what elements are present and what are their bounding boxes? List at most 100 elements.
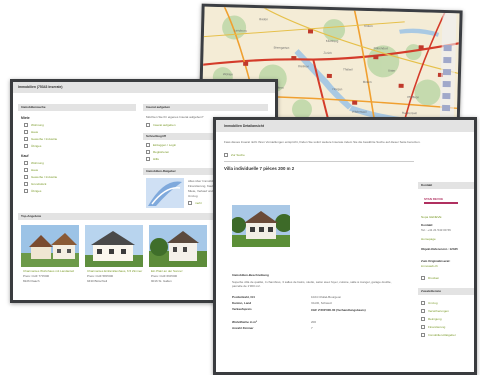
option-label: Wohnung bbox=[31, 161, 44, 165]
top-offers-title: Top-Angebote bbox=[21, 214, 42, 218]
detail-key: Postleitzahl, Ort bbox=[232, 295, 255, 299]
description-text: Superbe villa de qualité, 4 chambres, 3 … bbox=[232, 280, 392, 289]
checkbox[interactable] bbox=[421, 301, 425, 305]
place-label: Pfäffikon bbox=[407, 95, 420, 100]
place-label: Dietikon bbox=[298, 64, 310, 69]
checkbox[interactable] bbox=[421, 333, 425, 337]
checkbox[interactable] bbox=[224, 153, 228, 157]
offer-photo[interactable] bbox=[85, 225, 143, 267]
offer-price: Preis: CHF 690'000 bbox=[151, 274, 178, 278]
detail-key: Verkaufspreis bbox=[232, 307, 252, 311]
reference-number: Objekt-Referenznr.: 12345 bbox=[421, 247, 458, 251]
checkbox[interactable] bbox=[24, 137, 28, 141]
listing-detail-window: Immobilien Detailansicht Fass dieses Ins… bbox=[213, 117, 477, 375]
checkbox[interactable] bbox=[24, 130, 28, 134]
checkbox[interactable] bbox=[421, 309, 425, 313]
place-label: Wädenswil bbox=[351, 109, 367, 114]
option-label: Haus bbox=[31, 130, 39, 134]
intro-text: Fass dieses Inserat nicht Ihren Vorstell… bbox=[224, 140, 421, 144]
quick-link[interactable]: Einloggen / Login bbox=[153, 144, 176, 147]
detail-value: CHF 2'300'000.00 (Verhandlungsbasis) bbox=[311, 308, 366, 312]
checkbox[interactable] bbox=[421, 325, 425, 329]
place-label: Horgen bbox=[332, 87, 343, 92]
place-label: Kloten bbox=[364, 23, 373, 29]
offer-photo[interactable] bbox=[149, 225, 207, 267]
miete-label: Miete bbox=[21, 116, 30, 120]
property-photo[interactable] bbox=[232, 205, 290, 247]
search-panel-title: Immobiliensuche bbox=[21, 105, 46, 109]
property-title: Villa individuelle 7 pièces 200 m 2 bbox=[224, 166, 295, 171]
contact-title: Kontakt bbox=[421, 183, 433, 187]
original-listing-link[interactable]: immoweb.ch bbox=[421, 265, 438, 268]
offer-price: Preis: CHF 580'000 bbox=[87, 274, 114, 278]
service-link[interactable]: Reinigung bbox=[428, 318, 442, 321]
offer-place: 8226 Flaach bbox=[23, 279, 40, 283]
offer-price: Preis: CHF 770'000 bbox=[23, 274, 50, 278]
detail-value: 200 bbox=[311, 320, 317, 324]
checkbox[interactable] bbox=[188, 201, 192, 205]
place-label: Wohlen bbox=[222, 72, 234, 77]
checkbox[interactable] bbox=[146, 157, 150, 161]
print-link[interactable]: Drucken bbox=[428, 277, 439, 280]
place-label: Rapperswil bbox=[401, 110, 417, 116]
checkbox[interactable] bbox=[24, 144, 28, 148]
logo-underline bbox=[424, 202, 458, 204]
contact-phone: Tel.: +41 21 543 00 56 bbox=[421, 228, 451, 232]
option-label: Grundstück bbox=[31, 182, 47, 186]
schnell-title: Schnellzugriff bbox=[146, 134, 166, 138]
offer-name[interactable]: Ein Platz an der Sonne! bbox=[151, 270, 183, 273]
detail-key: Kanton, Land bbox=[232, 301, 252, 305]
detail-value: 7 bbox=[311, 326, 313, 330]
quick-link[interactable]: Registrieren bbox=[153, 151, 169, 154]
ratgeber-image bbox=[146, 178, 184, 208]
option-label: Übriges bbox=[31, 189, 42, 193]
checkbox[interactable] bbox=[24, 123, 28, 127]
option-label: Übriges bbox=[31, 144, 42, 148]
checkbox[interactable] bbox=[24, 161, 28, 165]
detail-key: Anzahl Zimmer bbox=[232, 326, 254, 330]
option-label: Gewerbe / Industrie bbox=[31, 137, 58, 141]
checkbox[interactable] bbox=[146, 123, 150, 127]
place-label: Kilchberg bbox=[325, 38, 339, 44]
window-title: Immobilien Detailansicht bbox=[224, 124, 264, 128]
service-link[interactable]: Versicherungen bbox=[428, 310, 449, 313]
place-label: Baden bbox=[259, 17, 269, 22]
place-label: Zurich bbox=[323, 50, 332, 56]
ratgeber-text: Finanzierung, Kauf, bbox=[188, 184, 215, 188]
checkbox[interactable] bbox=[24, 175, 28, 179]
homepage-link[interactable]: Homepage bbox=[421, 238, 436, 241]
option-label: Gewerbe / Industrie bbox=[31, 175, 58, 179]
place-label: Lenzburg bbox=[233, 28, 247, 33]
quick-link[interactable]: Hilfe bbox=[153, 158, 159, 161]
agency-logo: STAN REVUE bbox=[424, 197, 444, 201]
place-label: Meilen bbox=[362, 79, 372, 85]
place-label: Dübendorf bbox=[373, 46, 388, 51]
inserat-text: Möchten Sie Ihr eigenes Inserat aufgeben… bbox=[146, 115, 204, 119]
service-link[interactable]: Finanzierung bbox=[428, 326, 445, 329]
checkbox[interactable] bbox=[146, 143, 150, 147]
back-to-search-link[interactable]: Zur Suche bbox=[231, 154, 245, 157]
inserat-title: Inserat aufgeben bbox=[146, 105, 171, 109]
offer-name[interactable]: Charmantes Wohnhaus mit Landanteil bbox=[23, 270, 74, 273]
checkbox[interactable] bbox=[24, 168, 28, 172]
checkbox[interactable] bbox=[24, 182, 28, 186]
place-label: Uster bbox=[387, 68, 396, 73]
print-icon[interactable] bbox=[421, 276, 425, 280]
divider bbox=[224, 161, 414, 162]
offer-name[interactable]: Charmantes Einfamilienhaus, 6.5 Zimmer bbox=[87, 270, 142, 273]
detail-value: VAUD, Schweiz bbox=[311, 301, 332, 305]
service-link[interactable]: Umzug bbox=[428, 302, 438, 305]
checkbox[interactable] bbox=[24, 189, 28, 193]
description-title: Immobilien-Beschreibung bbox=[232, 273, 269, 277]
checkbox[interactable] bbox=[421, 317, 425, 321]
window-title: Immobilien (75343 Inserate) bbox=[18, 85, 63, 89]
inserat-link[interactable]: Inserat aufgeben bbox=[153, 124, 176, 127]
kauf-label: Kauf bbox=[21, 154, 29, 158]
offer-photo[interactable] bbox=[21, 225, 79, 267]
ratgeber-more-link[interactable]: mehr bbox=[195, 202, 202, 205]
agency-name[interactable]: Nopa GENEVE bbox=[421, 216, 442, 219]
option-label: Haus bbox=[31, 168, 39, 172]
checkbox[interactable] bbox=[146, 150, 150, 154]
option-label: Wohnung bbox=[31, 123, 44, 127]
service-link[interactable]: Immobilien-Ratgeber bbox=[428, 334, 456, 337]
